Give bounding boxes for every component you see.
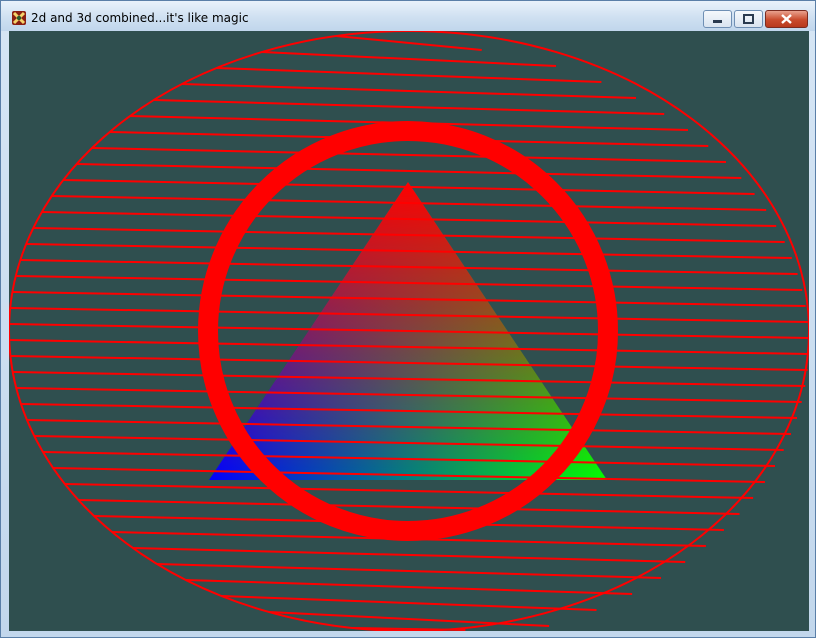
maximize-button[interactable] [734,10,763,28]
title-bar[interactable]: 2d and 3d combined...it's like magic [1,1,815,31]
minimize-icon [713,20,722,23]
scene-svg [9,31,809,631]
render-canvas[interactable] [9,31,809,631]
minimize-button[interactable] [703,10,732,28]
app-logo-icon[interactable] [11,10,27,26]
close-button[interactable] [765,10,808,28]
maximize-icon [743,14,754,24]
window-controls [703,10,808,28]
window-title: 2d and 3d combined...it's like magic [31,11,249,25]
app-window: 2d and 3d combined...it's like magic [0,0,816,638]
close-icon [781,14,792,24]
